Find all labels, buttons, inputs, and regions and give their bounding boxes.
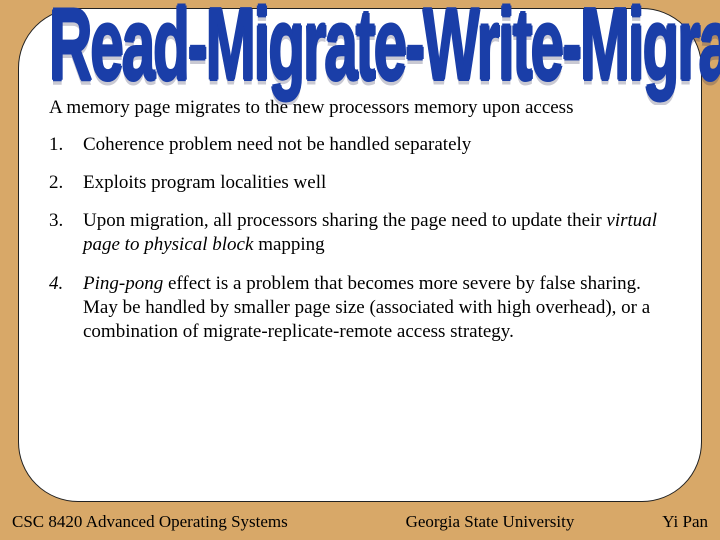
footer-university: Georgia State University xyxy=(288,512,662,532)
list-item: Upon migration, all processors sharing t… xyxy=(49,209,671,258)
title-container: Read-Migrate-Write-Migrate xyxy=(49,23,671,67)
footer-author: Yi Pan xyxy=(662,512,708,532)
bullet-list: Coherence problem need not be handled se… xyxy=(49,133,671,345)
list-item: Exploits program localities well xyxy=(49,171,671,195)
slide-card: Read-Migrate-Write-Migrate A memory page… xyxy=(18,8,702,502)
slide-title: Read-Migrate-Write-Migrate xyxy=(49,8,720,81)
list-item: Coherence problem need not be handled se… xyxy=(49,133,671,157)
footer: CSC 8420 Advanced Operating Systems Geor… xyxy=(0,512,720,532)
footer-course: CSC 8420 Advanced Operating Systems xyxy=(12,512,288,532)
list-item: Ping-pong effect is a problem that becom… xyxy=(49,272,671,345)
